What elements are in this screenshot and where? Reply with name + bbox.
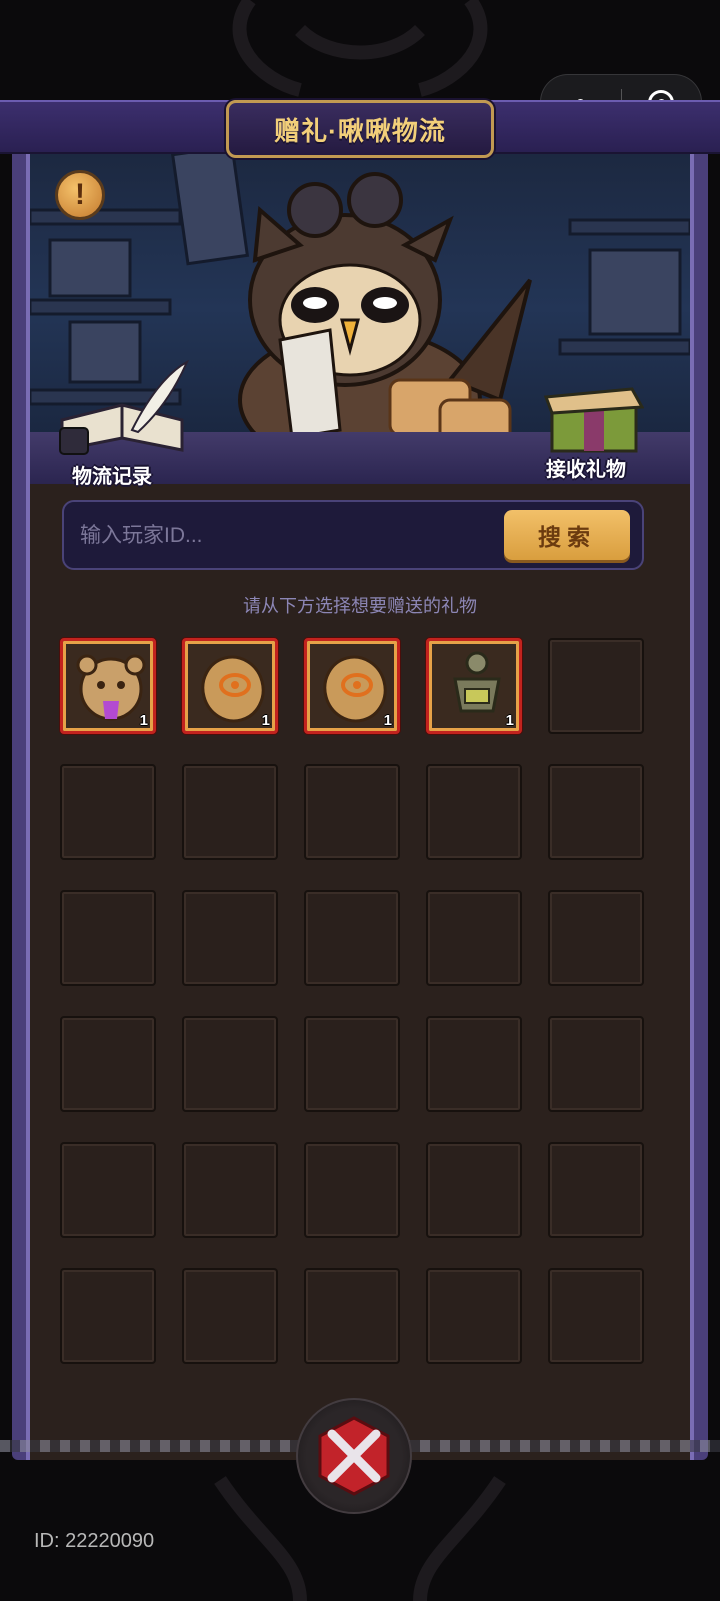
info-button[interactable]: !	[55, 170, 105, 220]
gift-slot-empty	[304, 1142, 400, 1238]
gift-slot-empty	[426, 1016, 522, 1112]
gift-select-hint: 请从下方选择想要赠送的礼物	[243, 596, 477, 616]
gift-slot-empty	[426, 890, 522, 986]
gift-slot-empty	[548, 764, 644, 860]
gift-slot-empty	[304, 1268, 400, 1364]
user-id-label: ID: 22220090	[34, 1530, 155, 1552]
gift-slot-empty	[182, 1016, 278, 1112]
gift-slot-empty	[60, 1268, 156, 1364]
gift-slot-empty	[426, 1268, 522, 1364]
gift-slot-filled[interactable]: 1	[182, 638, 278, 734]
gift-slot-filled[interactable]: 1	[60, 638, 156, 734]
receive-gift-label: 接收礼物	[546, 459, 626, 481]
gift-slot-empty	[304, 764, 400, 860]
search-button[interactable]: 搜索	[504, 510, 630, 560]
gift-slot-empty	[548, 1268, 644, 1364]
gift-slot-empty	[60, 1142, 156, 1238]
logistics-record-label: 物流记录	[72, 466, 152, 488]
exclamation-icon: !	[75, 178, 85, 211]
gift-slot-empty	[304, 1016, 400, 1112]
gift-slot-empty	[548, 1016, 644, 1112]
page-title: 赠礼·啾啾物流	[274, 115, 446, 146]
gift-slot-empty	[548, 890, 644, 986]
gift-slot-empty	[548, 638, 644, 734]
gift-slot-empty	[60, 1016, 156, 1112]
gift-count: 1	[261, 712, 270, 729]
gift-count: 1	[505, 712, 514, 729]
gift-slot-empty	[304, 890, 400, 986]
gift-box-icon	[544, 387, 644, 453]
title-plate: 赠礼·啾啾物流	[226, 100, 494, 158]
gift-slot-empty	[426, 764, 522, 860]
gift-slot-empty	[182, 1142, 278, 1238]
player-id-input[interactable]	[78, 512, 502, 560]
receive-gift-button[interactable]: 接收礼物	[540, 385, 680, 485]
gift-slot-empty	[548, 1142, 644, 1238]
book-quill-icon	[59, 359, 190, 455]
gift-slot-filled[interactable]: 1	[426, 638, 522, 734]
gift-slot-empty	[60, 890, 156, 986]
gift-slot-empty	[60, 764, 156, 860]
gift-slot-empty	[182, 1268, 278, 1364]
gift-count: 1	[139, 712, 148, 729]
gift-slot-filled[interactable]: 1	[304, 638, 400, 734]
logistics-record-button[interactable]: 物流记录	[52, 359, 192, 490]
gift-slot-empty	[182, 890, 278, 986]
gift-slot-empty	[182, 764, 278, 860]
crossed-swords-close-icon	[318, 1416, 390, 1496]
gift-slot-empty	[426, 1142, 522, 1238]
close-button[interactable]	[296, 1398, 412, 1514]
gift-count: 1	[383, 712, 392, 729]
search-box: 搜索	[62, 500, 644, 570]
